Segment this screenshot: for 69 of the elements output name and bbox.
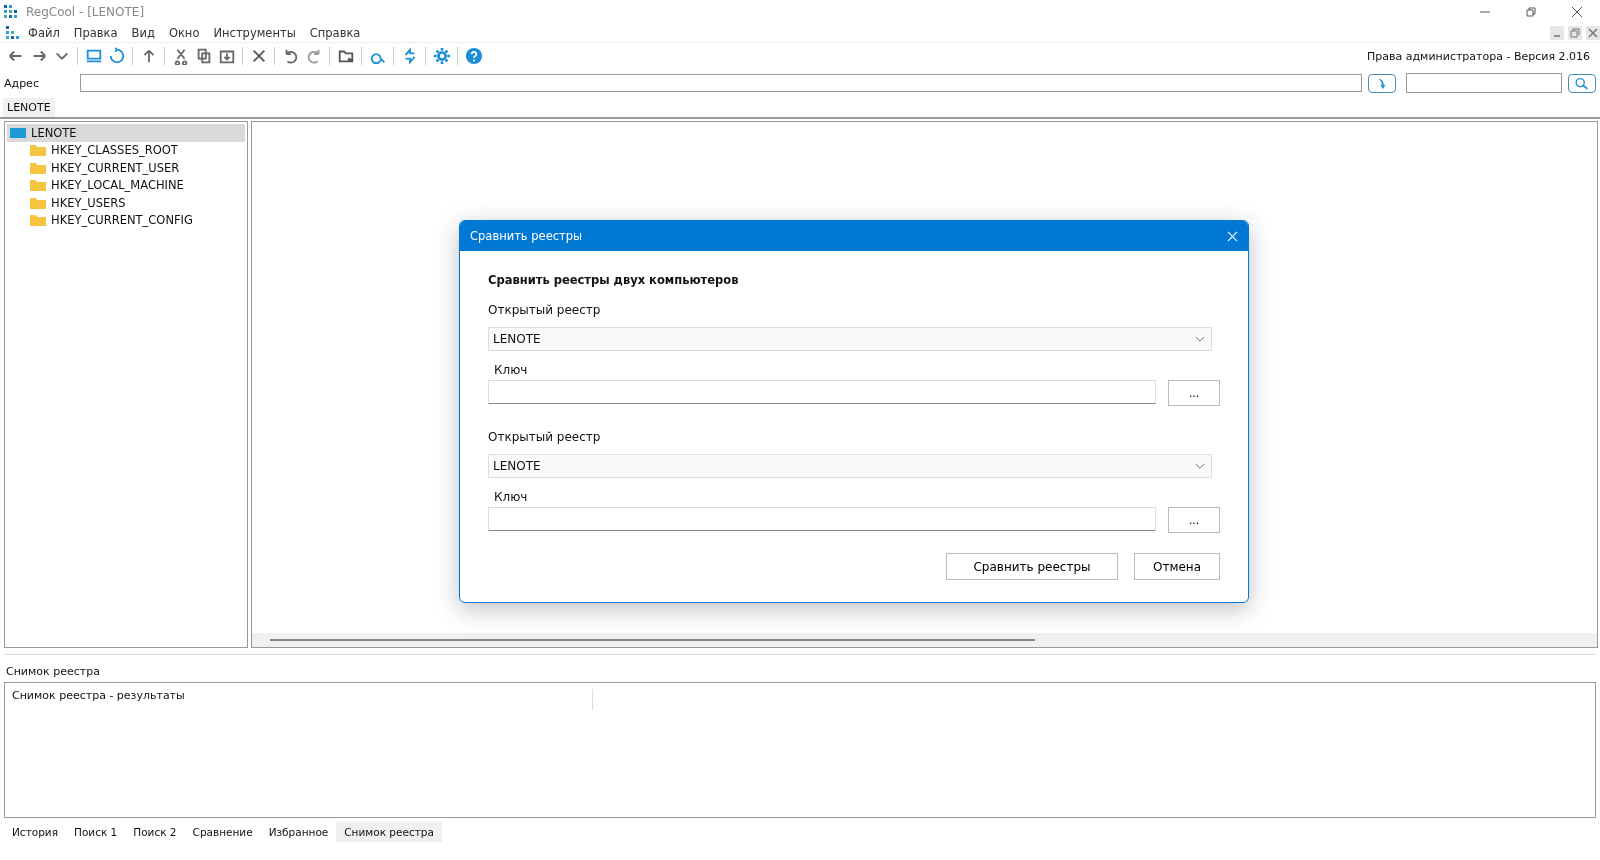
folder-icon: [30, 161, 46, 174]
mdi-restore-icon[interactable]: [1568, 26, 1582, 40]
go-button[interactable]: [1368, 73, 1396, 93]
menu-item[interactable]: Инструменты: [213, 26, 296, 40]
key-field[interactable]: [488, 507, 1156, 531]
menu-item[interactable]: Справка: [309, 26, 361, 40]
bottom-tab[interactable]: Поиск 1: [66, 822, 126, 842]
key-field[interactable]: [488, 380, 1156, 404]
folder-icon: [30, 214, 46, 227]
folder-icon: [30, 196, 46, 209]
field-label: Ключ: [494, 363, 529, 377]
menu-item[interactable]: Файл: [28, 26, 60, 40]
cancel-button[interactable]: Отмена: [1134, 553, 1220, 580]
folder-icon: [30, 179, 46, 192]
bottom-tab[interactable]: Снимок реестра: [336, 822, 442, 842]
menu-item[interactable]: Правка: [73, 26, 118, 40]
tree-item[interactable]: HKEY_LOCAL_MACHINE: [7, 176, 245, 194]
column-header[interactable]: Снимок реестра - результаты: [12, 689, 593, 710]
address-label: Адрес: [4, 76, 40, 90]
browse-button[interactable]: ...: [1168, 507, 1220, 533]
admin-version-text: Права администратора - Версия 2.016: [1367, 49, 1590, 63]
bottom-tab[interactable]: История: [4, 822, 66, 842]
computer-icon: [10, 126, 26, 139]
tree-item-label: LENOTE: [31, 125, 77, 140]
search-button[interactable]: [1568, 73, 1596, 93]
menu-item[interactable]: Вид: [131, 26, 155, 40]
dialog-title: Сравнить реестры: [470, 229, 583, 243]
tree-item-label: HKEY_CURRENT_CONFIG: [51, 213, 193, 228]
window-title: RegCool - [LENOTE]: [26, 5, 145, 19]
gear-icon[interactable]: [432, 47, 451, 65]
tree-item[interactable]: HKEY_CLASSES_ROOT: [7, 141, 245, 159]
app-logo-icon: [6, 26, 20, 40]
compare-button[interactable]: Сравнить реестры: [946, 553, 1118, 580]
dialog-heading: Сравнить реестры двух компьютеров: [488, 273, 740, 287]
refresh-icon[interactable]: [107, 47, 126, 65]
registry-dropdown[interactable]: LENOTE: [488, 327, 1212, 351]
tree-item[interactable]: LENOTE: [7, 124, 245, 142]
search-icon: [1573, 76, 1591, 90]
field-label: Открытый реестр: [488, 430, 602, 444]
folder-icon: [30, 144, 46, 157]
tree-item-label: HKEY_CURRENT_USER: [51, 160, 180, 175]
field-label: Открытый реестр: [488, 303, 602, 317]
field-label: Ключ: [494, 490, 529, 504]
bottom-tab[interactable]: Сравнение: [184, 822, 261, 842]
tree-item-label: HKEY_LOCAL_MACHINE: [51, 178, 184, 193]
restore-icon[interactable]: [1525, 6, 1537, 18]
close-icon[interactable]: [1571, 6, 1583, 18]
panel-title: Снимок реестра: [4, 654, 1596, 682]
search-field[interactable]: [1406, 73, 1562, 93]
registry-dropdown[interactable]: LENOTE: [488, 454, 1212, 478]
help-icon[interactable]: [464, 47, 483, 65]
tree-item-label: HKEY_USERS: [51, 195, 126, 210]
app-logo-icon: [4, 5, 18, 19]
tree-item[interactable]: HKEY_CURRENT_USER: [7, 159, 245, 177]
tree-item[interactable]: HKEY_USERS: [7, 194, 245, 212]
horizontal-scrollbar[interactable]: [252, 633, 1597, 647]
mdi-minimize-icon[interactable]: [1550, 26, 1564, 40]
breadcrumb-tab[interactable]: LENOTE: [3, 97, 55, 117]
computer-icon[interactable]: [84, 47, 103, 65]
menu-item[interactable]: Окно: [168, 26, 200, 40]
chevron-down-icon: [1195, 462, 1205, 470]
mdi-close-icon[interactable]: [1586, 26, 1600, 40]
chevron-down-icon: [1195, 335, 1205, 343]
tree-item-label: HKEY_CLASSES_ROOT: [51, 143, 178, 158]
bottom-tab[interactable]: Поиск 2: [125, 822, 185, 842]
address-field[interactable]: [80, 74, 1362, 92]
tree-item[interactable]: HKEY_CURRENT_CONFIG: [7, 211, 245, 229]
browse-button[interactable]: ...: [1168, 380, 1220, 406]
bottom-tab[interactable]: Избранное: [260, 822, 337, 842]
